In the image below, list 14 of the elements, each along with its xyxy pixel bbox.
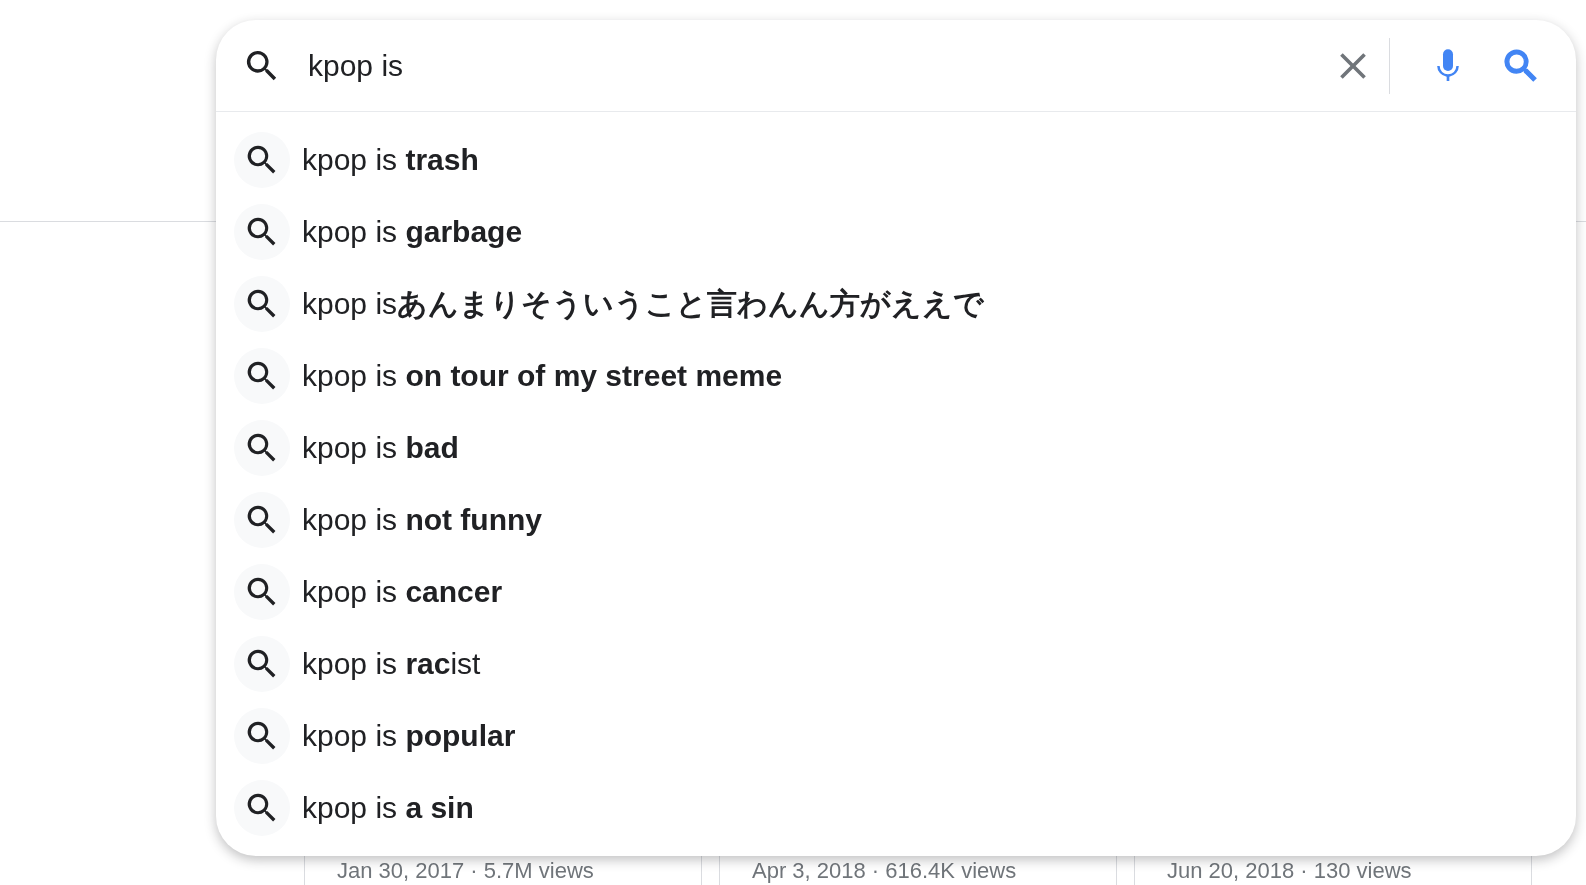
- search-field[interactable]: kpop is: [308, 48, 1331, 83]
- suggestion-item[interactable]: kpop is not funny: [302, 503, 543, 537]
- suggestion-item[interactable]: kpop is on tour of my street meme: [302, 359, 783, 393]
- suggestion-item[interactable]: kpop is bad: [302, 431, 459, 465]
- suggestion-item[interactable]: kpop is racist: [302, 647, 481, 681]
- video-meta: Jun 20, 2018 · 130 views: [1167, 858, 1412, 883]
- suggestion-item[interactable]: kpop is garbage: [302, 215, 523, 249]
- suggestion-item[interactable]: kpop is trash: [302, 143, 479, 177]
- video-meta: Apr 3, 2018 · 616.4K views: [752, 858, 1017, 883]
- suggestion-item[interactable]: kpop isあんまりそういうこと言わんん方がええで: [302, 283, 985, 325]
- suggestion-item[interactable]: kpop is popular: [302, 719, 516, 753]
- suggestion-item[interactable]: kpop is a sin: [302, 791, 474, 825]
- suggestion-item[interactable]: kpop is cancer: [302, 575, 503, 609]
- video-meta: Jan 30, 2017 · 5.7M views: [337, 858, 594, 883]
